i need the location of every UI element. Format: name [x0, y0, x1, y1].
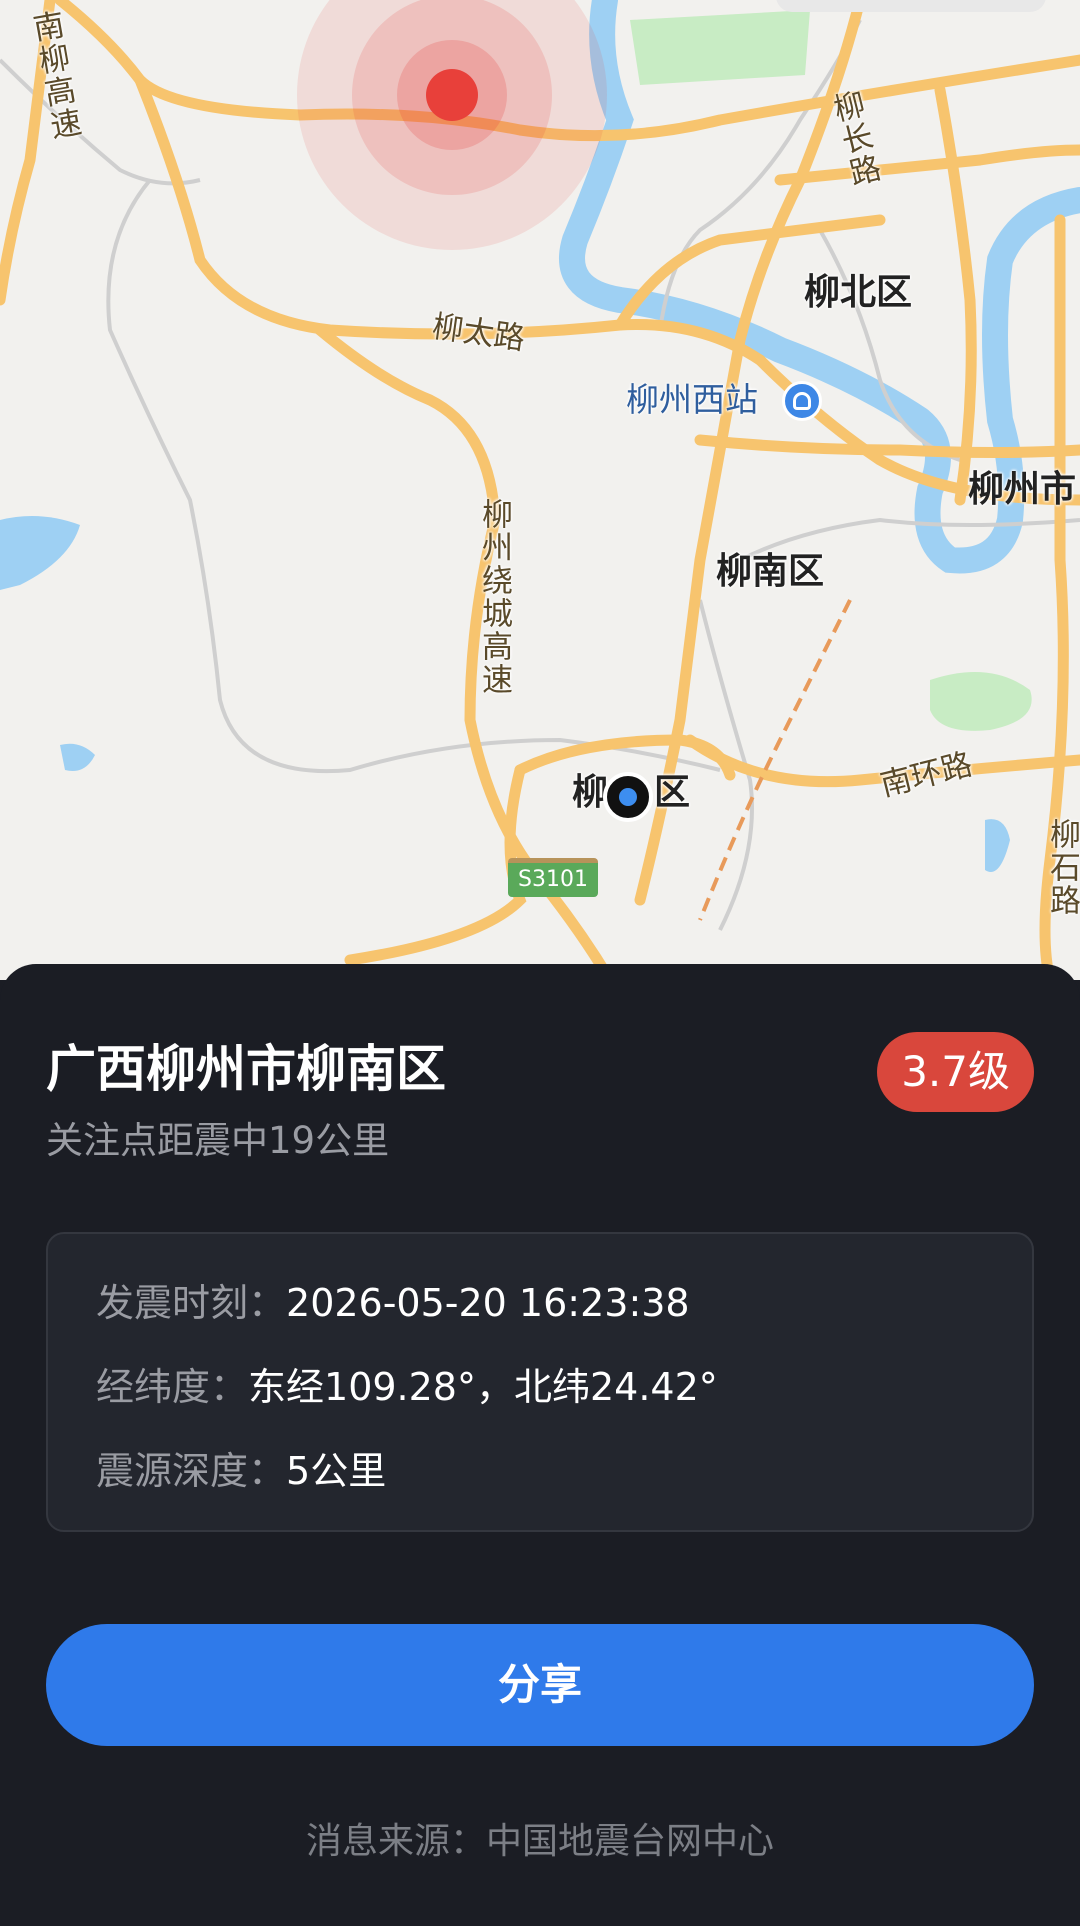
distance-text: 关注点距震中19公里 — [46, 1119, 390, 1162]
road-shield-s3101: S3101 — [508, 858, 598, 897]
depth-label: 震源深度： — [96, 1449, 287, 1493]
depth-row: 震源深度：5公里 — [96, 1452, 386, 1490]
map-label-liushi-road: 柳石路 — [1044, 818, 1080, 917]
map-top-overlay — [776, 0, 1046, 12]
map-view[interactable]: 南柳高速 柳长路 柳北区 柳太路 柳州西站 柳州市 柳州绕城高速 柳南区 柳 区… — [0, 0, 1080, 980]
map-label-pin-district-right: 区 — [654, 772, 691, 813]
coordinates-label: 经纬度： — [96, 1365, 249, 1409]
map-label-liunan-district: 柳南区 — [716, 551, 825, 592]
earthquake-detail-screen: 南柳高速 柳长路 柳北区 柳太路 柳州西站 柳州市 柳州绕城高速 柳南区 柳 区… — [0, 0, 1080, 1926]
time-value: 2026-05-20 16:23:38 — [286, 1281, 690, 1325]
earthquake-info-sheet: 广西柳州市柳南区 关注点距震中19公里 3.7级 发震时刻：2026-05-20… — [0, 964, 1080, 1926]
source-text: 消息来源：中国地震台网中心 — [305, 1821, 774, 1862]
map-label-liuzhou-city: 柳州市 — [968, 469, 1077, 510]
quake-details-card: 发震时刻：2026-05-20 16:23:38 经纬度：东经109.28°，北… — [46, 1232, 1034, 1532]
time-row: 发震时刻：2026-05-20 16:23:38 — [96, 1284, 690, 1322]
map-label-liubei-district: 柳北区 — [804, 272, 913, 313]
train-station-icon[interactable] — [782, 381, 822, 421]
location-title: 广西柳州市柳南区 — [46, 1040, 446, 1098]
map-label-ring-highway: 柳州绕城高速 — [476, 498, 512, 696]
location-pin-icon[interactable] — [603, 772, 653, 822]
time-label: 发震时刻： — [96, 1281, 287, 1325]
map-label-liuzhou-west-station[interactable]: 柳州西站 — [626, 383, 758, 416]
coordinates-row: 经纬度：东经109.28°，北纬24.42° — [96, 1368, 718, 1406]
magnitude-badge: 3.7级 — [877, 1032, 1034, 1112]
epicenter-marker[interactable] — [297, 0, 607, 250]
depth-value: 5公里 — [286, 1449, 387, 1493]
share-button[interactable]: 分享 — [46, 1624, 1034, 1746]
coordinates-value: 东经109.28°，北纬24.42° — [248, 1365, 718, 1409]
